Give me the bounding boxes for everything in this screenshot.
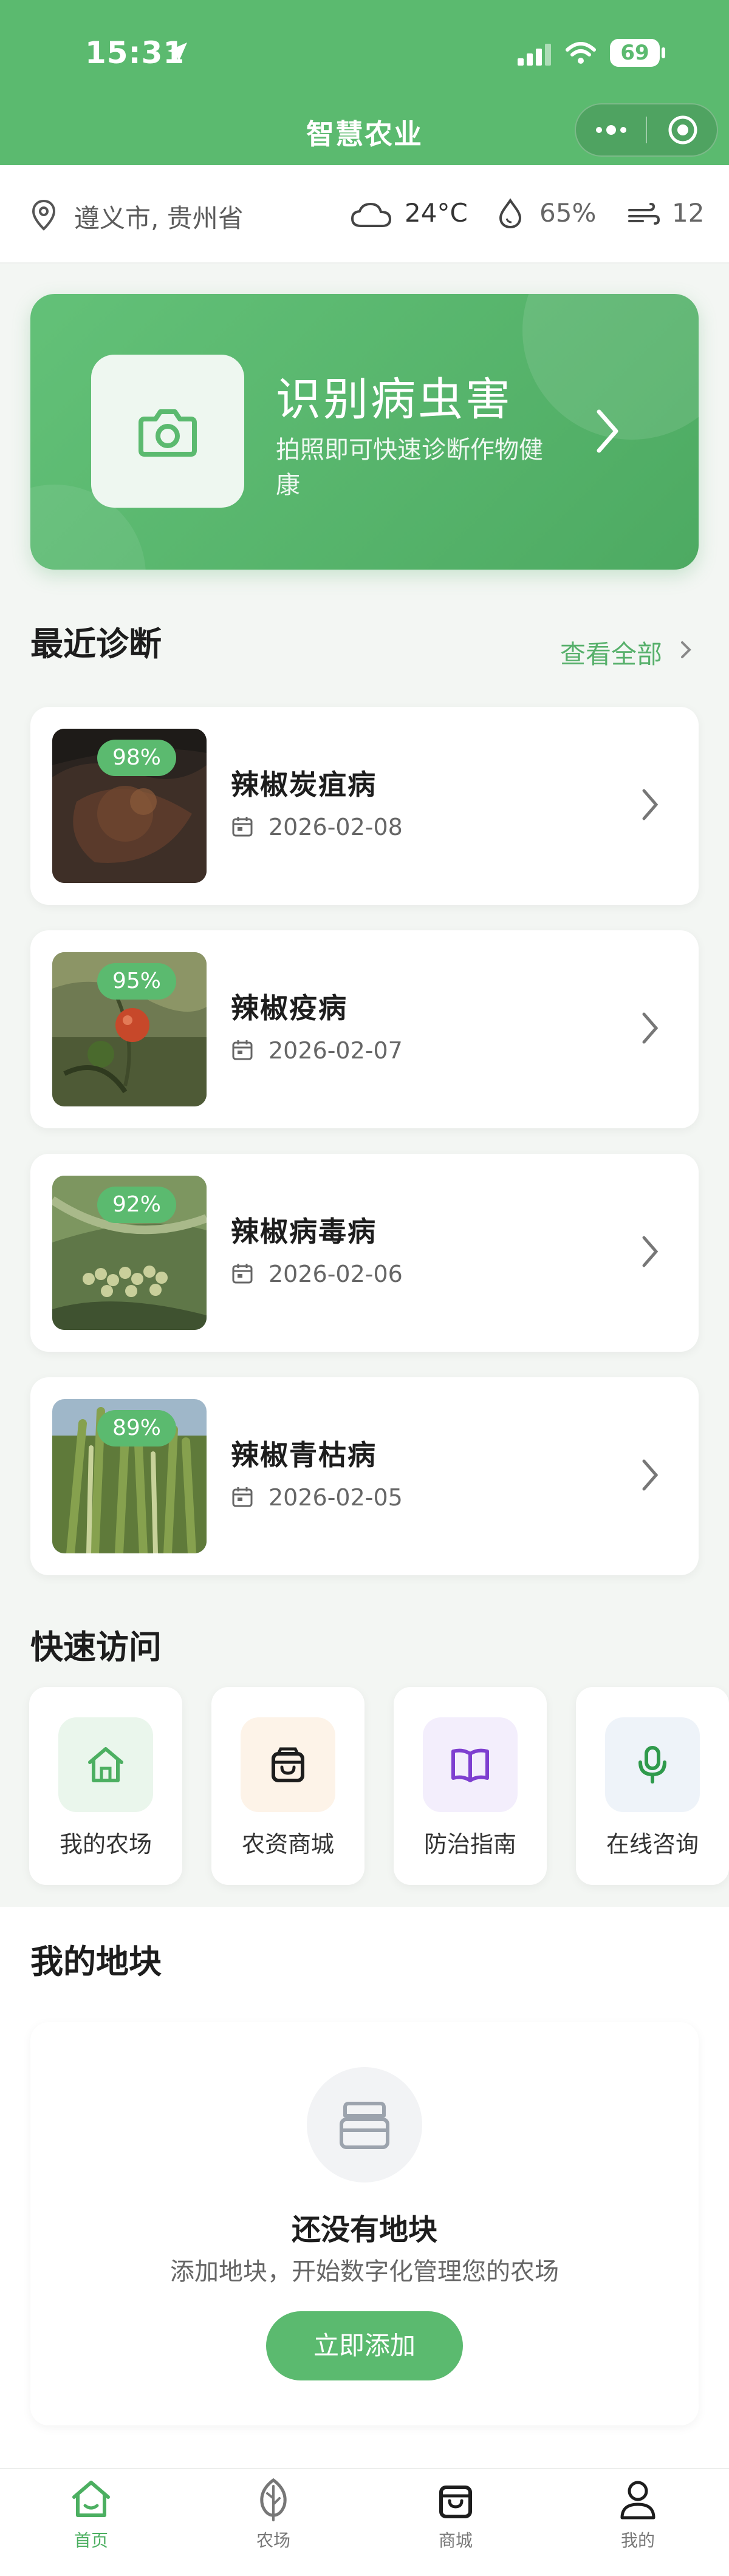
more-icon[interactable] (593, 119, 629, 141)
quick-access-consult[interactable]: 在线咨询 (576, 1687, 729, 1885)
shopping-bag-icon (439, 2486, 472, 2518)
quick-access-my-farm[interactable]: 我的农场 (29, 1687, 182, 1885)
empty-state-subtitle: 添加地块，开始数字化管理您的农场 (170, 2258, 559, 2286)
diagnosis-name: 辣椒青枯病 (231, 1439, 377, 1471)
diagnosis-name: 辣椒疫病 (231, 992, 347, 1024)
book-icon (451, 1748, 489, 1782)
diagnosis-date: 2026-02-08 (269, 814, 403, 840)
calendar-icon (232, 817, 253, 837)
diagnosis-card[interactable]: 89% 辣椒青枯病 2026-02-05 (30, 1377, 699, 1575)
quick-access-label: 农资商城 (241, 1831, 334, 1858)
hero-title: 识别病虫害 (276, 373, 513, 426)
leaf-icon (260, 2478, 287, 2521)
user-icon (620, 2481, 655, 2520)
battery-cap (662, 47, 665, 58)
quick-access-label: 我的农场 (59, 1831, 152, 1858)
chevron-right-icon[interactable] (679, 640, 693, 659)
chevron-right-icon (597, 409, 618, 453)
diagnosis-date: 2026-02-06 (269, 1261, 403, 1287)
humidity-text: 65% (539, 198, 597, 228)
microphone-icon (638, 1746, 666, 1784)
capsule-divider (646, 117, 647, 143)
calendar-icon (232, 1264, 253, 1284)
tab-bar: 首页 农场 商城 我的 (0, 2468, 729, 2576)
tab-home[interactable]: 首页 (0, 2469, 182, 2576)
tab-label: 首页 (74, 2530, 108, 2550)
quick-access-guide[interactable]: 防治指南 (394, 1687, 547, 1885)
tab-label: 商城 (438, 2530, 473, 2550)
confidence-badge: 89% (97, 1410, 176, 1446)
recent-section-title: 最近诊断 (30, 625, 162, 663)
calendar-icon (232, 1040, 253, 1060)
diagnosis-card[interactable]: 95% 辣椒疫病 2026-02-07 (30, 930, 699, 1128)
diagnosis-name: 辣椒炭疽病 (231, 768, 377, 801)
wind-text: 12 (672, 198, 705, 228)
close-target-icon[interactable] (666, 113, 700, 147)
location-arrow-icon (168, 43, 187, 62)
layers-icon (340, 2102, 389, 2149)
chevron-right-icon (642, 789, 659, 820)
temperature-text: 24°C (405, 198, 468, 228)
diagnosis-name: 辣椒病毒病 (231, 1215, 377, 1248)
confidence-badge: 92% (97, 1187, 176, 1223)
shopping-bag-icon (272, 1747, 304, 1782)
diagnosis-card[interactable]: 92% 辣椒病毒病 2026-02-06 (30, 1154, 699, 1352)
camera-icon (139, 409, 197, 457)
home-icon (72, 2481, 110, 2517)
battery-level: 69 (620, 41, 649, 65)
wifi-icon (566, 42, 596, 64)
tab-store[interactable]: 商城 (364, 2469, 547, 2576)
humidity-icon (499, 198, 522, 229)
tab-farm[interactable]: 农场 (182, 2469, 364, 2576)
hero-subtitle: 拍照即可快速诊断作物健康 (276, 436, 543, 499)
chevron-right-icon (642, 1459, 659, 1491)
tab-me[interactable]: 我的 (547, 2469, 729, 2576)
quick-access-label: 在线咨询 (606, 1831, 699, 1858)
wind-icon (628, 203, 660, 225)
plots-section-title: 我的地块 (30, 1943, 162, 1981)
add-plot-button[interactable]: 立即添加 (266, 2311, 463, 2380)
tab-label: 农场 (256, 2530, 290, 2550)
chevron-right-icon (642, 1236, 659, 1267)
location-pin-icon (32, 199, 56, 231)
chevron-right-icon (642, 1012, 659, 1044)
confidence-badge: 95% (97, 963, 176, 1000)
empty-state-title: 还没有地块 (291, 2213, 437, 2247)
diagnosis-date: 2026-02-05 (269, 1484, 403, 1511)
calendar-icon (232, 1487, 253, 1507)
cloud-icon (351, 203, 391, 227)
diagnosis-card[interactable]: 98% 辣椒炭疽病 2026-02-08 (30, 707, 699, 905)
tab-label: 我的 (620, 2530, 655, 2550)
diagnosis-date: 2026-02-07 (269, 1037, 403, 1064)
confidence-badge: 98% (97, 740, 176, 776)
see-all-link[interactable]: 查看全部 (560, 634, 662, 671)
home-icon (88, 1747, 123, 1782)
signal-icon (518, 44, 551, 66)
location-text[interactable]: 遵义市, 贵州省 (74, 198, 244, 235)
quick-access-store[interactable]: 农资商城 (211, 1687, 364, 1885)
plots-empty-card: 还没有地块 添加地块，开始数字化管理您的农场 立即添加 (30, 2022, 699, 2425)
quick-access-title: 快速访问 (30, 1628, 162, 1666)
quick-access-label: 防治指南 (423, 1831, 516, 1858)
